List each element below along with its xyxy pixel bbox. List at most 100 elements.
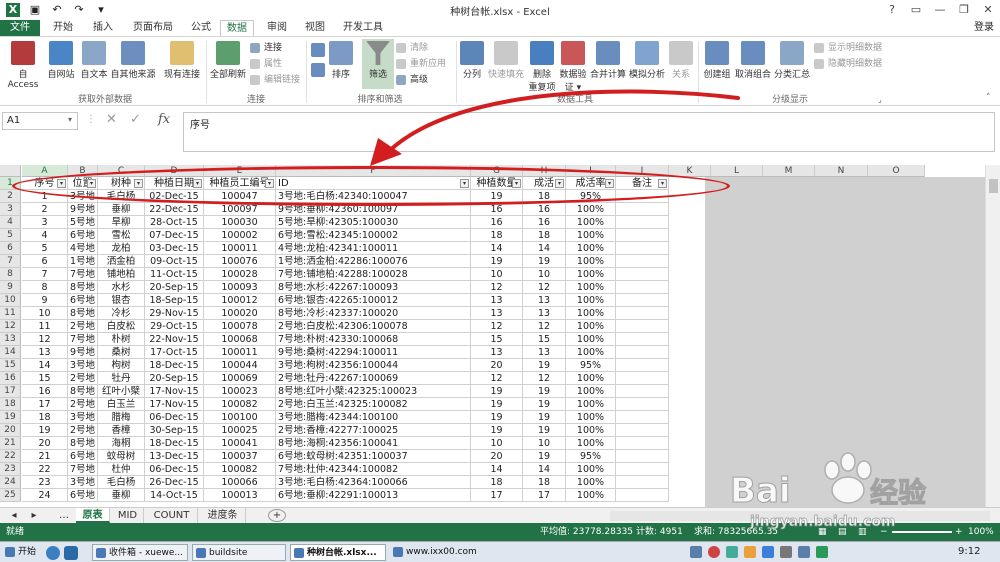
table-cell[interactable]: 21	[22, 450, 68, 463]
row-header[interactable]: 11	[0, 307, 21, 320]
tab-data[interactable]: 数据	[220, 20, 254, 36]
table-cell[interactable]: 16	[471, 216, 523, 229]
table-cell[interactable]: 6号地	[68, 229, 98, 242]
normal-view-icon[interactable]: ▦	[818, 523, 827, 541]
column-header-b[interactable]: B	[68, 165, 98, 177]
table-cell[interactable]: 09-Oct-15	[145, 255, 204, 268]
row-header[interactable]: 12	[0, 320, 21, 333]
table-cell[interactable]: 14	[471, 242, 523, 255]
table-cell[interactable]: 红叶小檗	[98, 385, 145, 398]
select-all-corner[interactable]	[0, 165, 21, 177]
table-cell[interactable]: 牡丹	[98, 372, 145, 385]
header-cell[interactable]: 成活率 ▾	[566, 177, 616, 190]
table-cell[interactable]: 19	[471, 411, 523, 424]
table-cell[interactable]: 19	[523, 359, 566, 372]
horizontal-scrollbar[interactable]	[610, 511, 990, 521]
table-cell[interactable]: 18-Dec-15	[145, 359, 204, 372]
header-cell[interactable]: 种植员工编号 ▾	[204, 177, 276, 190]
table-cell[interactable]: 100023	[204, 385, 276, 398]
table-cell[interactable]: 30-Sep-15	[145, 424, 204, 437]
column-header-n[interactable]: N	[815, 165, 868, 177]
start-button[interactable]: 开始	[2, 544, 40, 561]
table-cell[interactable]: 3号地:腊梅:42344:100100	[276, 411, 471, 424]
header-cell[interactable]: 种植数量 ▾	[471, 177, 523, 190]
row-header[interactable]: 3	[0, 203, 21, 216]
connections-button[interactable]: 连接	[250, 41, 282, 55]
table-cell[interactable]: 20-Sep-15	[145, 281, 204, 294]
table-cell[interactable]: 14-Oct-15	[145, 489, 204, 502]
table-cell[interactable]: 龙柏	[98, 242, 145, 255]
filter-button[interactable]: 筛选	[362, 39, 394, 89]
table-cell[interactable]	[616, 489, 669, 502]
row-header[interactable]: 5	[0, 229, 21, 242]
table-cell[interactable]: 100%	[566, 424, 616, 437]
table-cell[interactable]: 8号地:红叶小檗:42325:100023	[276, 385, 471, 398]
filter-dropdown-icon[interactable]: ▾	[134, 179, 143, 188]
table-cell[interactable]: 1号地:洒金柏:42286:100076	[276, 255, 471, 268]
next-sheet-icon[interactable]: ▸	[24, 508, 44, 523]
table-cell[interactable]: 16	[523, 203, 566, 216]
row-header[interactable]: 6	[0, 242, 21, 255]
ie-icon[interactable]	[64, 546, 78, 560]
table-cell[interactable]	[616, 320, 669, 333]
column-header-j[interactable]: J	[616, 165, 669, 177]
table-cell[interactable]: 7号地:杜仲:42344:100082	[276, 463, 471, 476]
filter-dropdown-icon[interactable]: ▾	[555, 179, 564, 188]
table-cell[interactable]: 4号地	[68, 242, 98, 255]
table-cell[interactable]: 13	[471, 346, 523, 359]
row-header[interactable]: 7	[0, 255, 21, 268]
table-cell[interactable]: 95%	[566, 190, 616, 203]
row-header[interactable]: 21	[0, 437, 21, 450]
table-cell[interactable]: 18-Dec-15	[145, 437, 204, 450]
table-cell[interactable]: 7	[22, 268, 68, 281]
table-cell[interactable]: 19	[471, 398, 523, 411]
row-header[interactable]: 19	[0, 411, 21, 424]
table-cell[interactable]: 7号地:铺地柏:42288:100028	[276, 268, 471, 281]
table-cell[interactable]: 8号地:冷杉:42337:100020	[276, 307, 471, 320]
browser-icon[interactable]	[46, 546, 60, 560]
table-cell[interactable]: 17	[523, 489, 566, 502]
table-cell[interactable]: 17	[471, 489, 523, 502]
table-cell[interactable]: 10	[471, 437, 523, 450]
table-cell[interactable]: 23	[22, 476, 68, 489]
table-cell[interactable]: 8号地	[68, 307, 98, 320]
table-cell[interactable]: 2号地:牡丹:42267:100069	[276, 372, 471, 385]
table-cell[interactable]: 100%	[566, 203, 616, 216]
remove-duplicates-button[interactable]: 删除 重复项	[528, 41, 556, 93]
taskbar-item-mail[interactable]: 收件箱 - xuewe...	[92, 544, 188, 561]
table-cell[interactable]	[616, 463, 669, 476]
table-cell[interactable]: 100069	[204, 372, 276, 385]
edit-links-button[interactable]: 编辑链接	[250, 73, 300, 87]
table-cell[interactable]: 7号地:朴树:42330:100068	[276, 333, 471, 346]
table-cell[interactable]: 16	[471, 203, 523, 216]
table-cell[interactable]	[616, 190, 669, 203]
row-header[interactable]: 4	[0, 216, 21, 229]
table-cell[interactable]: 11	[22, 320, 68, 333]
table-cell[interactable]: 6	[22, 255, 68, 268]
table-cell[interactable]	[616, 294, 669, 307]
advanced-filter-button[interactable]: 高级	[396, 73, 428, 87]
table-cell[interactable]	[616, 281, 669, 294]
taskbar-item-buildsite[interactable]: buildsite	[192, 544, 286, 561]
from-text-button[interactable]: 自文本	[78, 41, 110, 80]
table-cell[interactable]: 5号地:旱柳:42305:100030	[276, 216, 471, 229]
row-header[interactable]: 9	[0, 281, 21, 294]
table-cell[interactable]: 3号地	[68, 190, 98, 203]
table-cell[interactable]: 9号地	[68, 203, 98, 216]
table-cell[interactable]: 03-Dec-15	[145, 242, 204, 255]
table-cell[interactable]	[616, 437, 669, 450]
enter-icon[interactable]: ✓	[130, 112, 141, 127]
table-cell[interactable]: 13	[523, 294, 566, 307]
table-cell[interactable]	[616, 307, 669, 320]
table-cell[interactable]: 100%	[566, 320, 616, 333]
sort-button[interactable]: 排序	[328, 41, 354, 80]
header-cell[interactable]: 种植日期 ▾	[145, 177, 204, 190]
table-cell[interactable]: 5	[22, 242, 68, 255]
table-cell[interactable]: 100025	[204, 424, 276, 437]
table-cell[interactable]: 铺地柏	[98, 268, 145, 281]
header-cell[interactable]: 成活 ▾	[523, 177, 566, 190]
table-cell[interactable]: 12	[523, 372, 566, 385]
sheet-tab-original[interactable]: 原表	[76, 508, 110, 523]
table-cell[interactable]: 9号地	[68, 346, 98, 359]
table-cell[interactable]: 19	[523, 450, 566, 463]
